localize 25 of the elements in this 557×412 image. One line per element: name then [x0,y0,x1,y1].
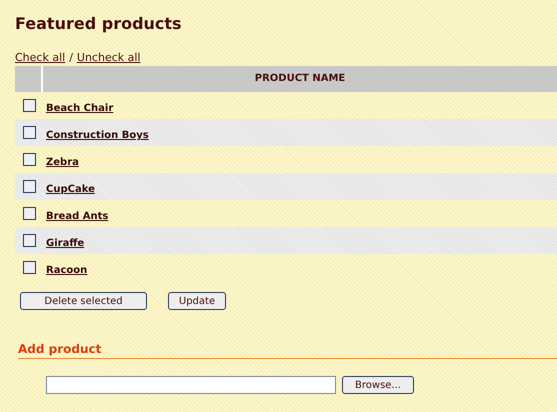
product-link[interactable]: Giraffe [46,238,84,249]
product-link[interactable]: Construction Boys [46,130,149,141]
header-cell [15,66,43,92]
delete-selected-button[interactable]: Delete selected [20,292,147,310]
product-link[interactable]: CupCake [46,184,95,195]
row-checkbox[interactable] [23,126,36,139]
row-checkbox[interactable] [23,207,36,220]
row-checkbox[interactable] [23,99,36,112]
product-link[interactable]: Racoon [46,265,88,276]
section-heading: Add product [18,342,557,359]
product-link[interactable]: Beach Chair [46,103,114,114]
column-header: PRODUCT NAME [43,66,557,92]
update-button[interactable]: Update [168,292,226,310]
row-checkbox[interactable] [23,234,36,247]
check-all-link[interactable]: Check all [15,51,66,65]
browse-button[interactable]: Browse... [342,376,414,394]
separator: / [69,51,73,65]
product-link[interactable]: Bread Ants [46,211,108,222]
row-checkbox[interactable] [23,261,36,274]
row-checkbox[interactable] [23,153,36,166]
uncheck-all-link[interactable]: Uncheck all [76,51,140,65]
page-title: Featured products [15,13,182,34]
row-checkbox[interactable] [23,180,36,193]
product-link[interactable]: Zebra [46,157,79,168]
file-path-field[interactable] [46,376,336,394]
